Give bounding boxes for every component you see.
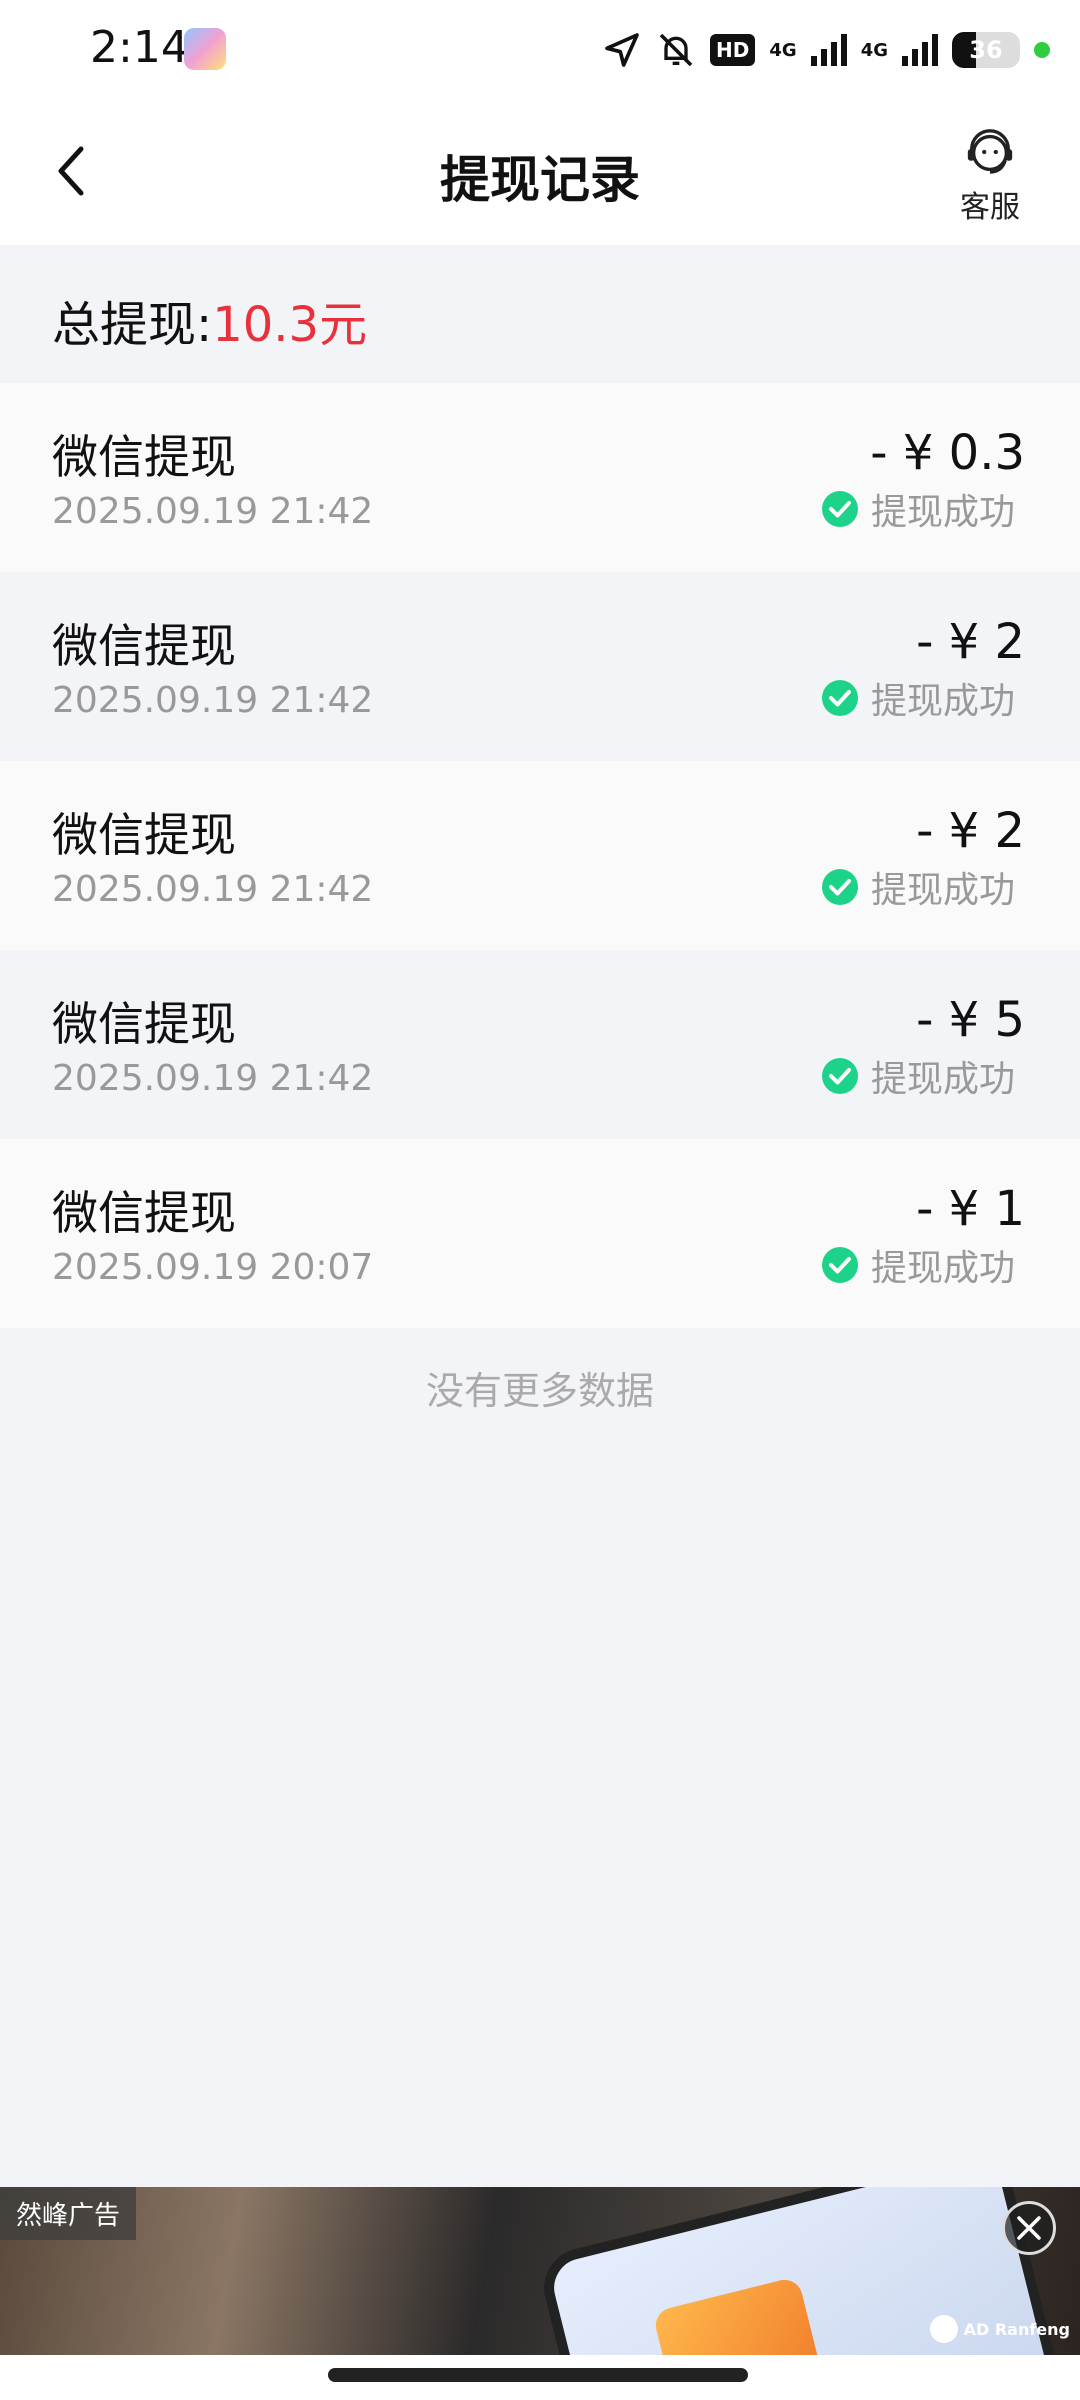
network-label: 4G [769,39,797,61]
location-icon [605,33,639,67]
hd-icon: HD [710,34,756,66]
record-status-text: 提现成功 [870,870,1015,911]
no-more-data-text: 没有更多数据 [425,1369,654,1413]
record-status: 提现成功 [821,672,1015,724]
ad-close-button[interactable] [1002,2201,1056,2255]
record-status-text: 提现成功 [870,1059,1015,1100]
record-amount: - ¥ 0.3 [870,425,1025,481]
privacy-indicator-dot [1034,42,1050,58]
gesture-bar-area [0,2355,1080,2400]
record-title: 微信提现 [52,1186,236,1240]
check-circle-icon [821,491,858,527]
record-status: 提现成功 [821,1239,1015,1291]
app-notification-icon [184,28,226,70]
record-row[interactable]: 微信提现 2025.09.19 21:42 - ¥ 2 提现成功 [0,572,1080,761]
record-time: 2025.09.19 21:42 [52,680,374,721]
record-time: 2025.09.19 21:42 [52,1058,374,1099]
record-amount: - ¥ 2 [916,614,1025,670]
status-bar: 2:14 HD 4G 4G 36 [0,0,1080,100]
record-amount: - ¥ 2 [916,803,1025,859]
check-circle-icon [821,680,858,716]
page-title: 提现记录 [440,151,640,209]
battery-level: 36 [969,36,1003,64]
record-status: 提现成功 [821,861,1015,913]
record-row[interactable]: 微信提现 2025.09.19 21:42 - ¥ 0.3 提现成功 [0,383,1080,572]
record-title: 微信提现 [52,997,236,1051]
total-summary: 总提现:10.3元 [0,245,1080,383]
ad-brand: AD Ranfeng [929,2315,1070,2343]
total-label: 总提现: [52,297,213,353]
record-time: 2025.09.19 21:42 [52,491,374,532]
nav-bar: 提现记录 客服 [0,100,1080,245]
signal-icon [810,34,847,66]
record-status-text: 提现成功 [870,681,1015,722]
record-time: 2025.09.19 20:07 [52,1247,374,1288]
customer-service-button[interactable]: 客服 [950,126,1030,226]
record-title: 微信提现 [52,430,236,484]
check-circle-icon [821,869,858,905]
check-circle-icon [821,1058,858,1094]
status-icons: HD 4G 4G 36 [602,24,1050,76]
ad-card-graphic [652,2276,825,2355]
home-indicator[interactable] [328,2368,748,2382]
bell-muted-icon [659,33,693,67]
customer-service-label: 客服 [960,190,1020,225]
total-value: 10.3元 [212,297,368,353]
record-status-text: 提现成功 [870,492,1015,533]
battery-icon: 36 [952,32,1020,68]
record-row[interactable]: 微信提现 2025.09.19 20:07 - ¥ 1 提现成功 [0,1139,1080,1328]
record-title: 微信提现 [52,619,236,673]
ad-brand-text: AD Ranfeng [963,2319,1070,2339]
record-amount: - ¥ 5 [916,992,1025,1048]
record-title: 微信提现 [52,808,236,862]
ad-banner[interactable]: 然峰广告 AD Ranfeng [0,2187,1080,2355]
record-amount: - ¥ 1 [916,1181,1025,1237]
record-time: 2025.09.19 21:42 [52,869,374,910]
close-icon [1017,2216,1041,2240]
record-status: 提现成功 [821,1050,1015,1102]
network-label-2: 4G [860,39,888,61]
record-row[interactable]: 微信提现 2025.09.19 21:42 - ¥ 2 提现成功 [0,761,1080,950]
total-summary-text: 总提现:10.3元 [52,285,367,355]
record-status-text: 提现成功 [870,1248,1015,1289]
check-circle-icon [821,1247,858,1283]
status-time: 2:14 [90,22,189,73]
record-row[interactable]: 微信提现 2025.09.19 21:42 - ¥ 5 提现成功 [0,950,1080,1139]
signal-icon-2 [902,34,938,66]
ad-label: 然峰广告 [0,2187,137,2240]
ad-brand-logo-icon [929,2315,958,2343]
headset-icon [967,129,1013,174]
record-status: 提现成功 [821,483,1015,535]
